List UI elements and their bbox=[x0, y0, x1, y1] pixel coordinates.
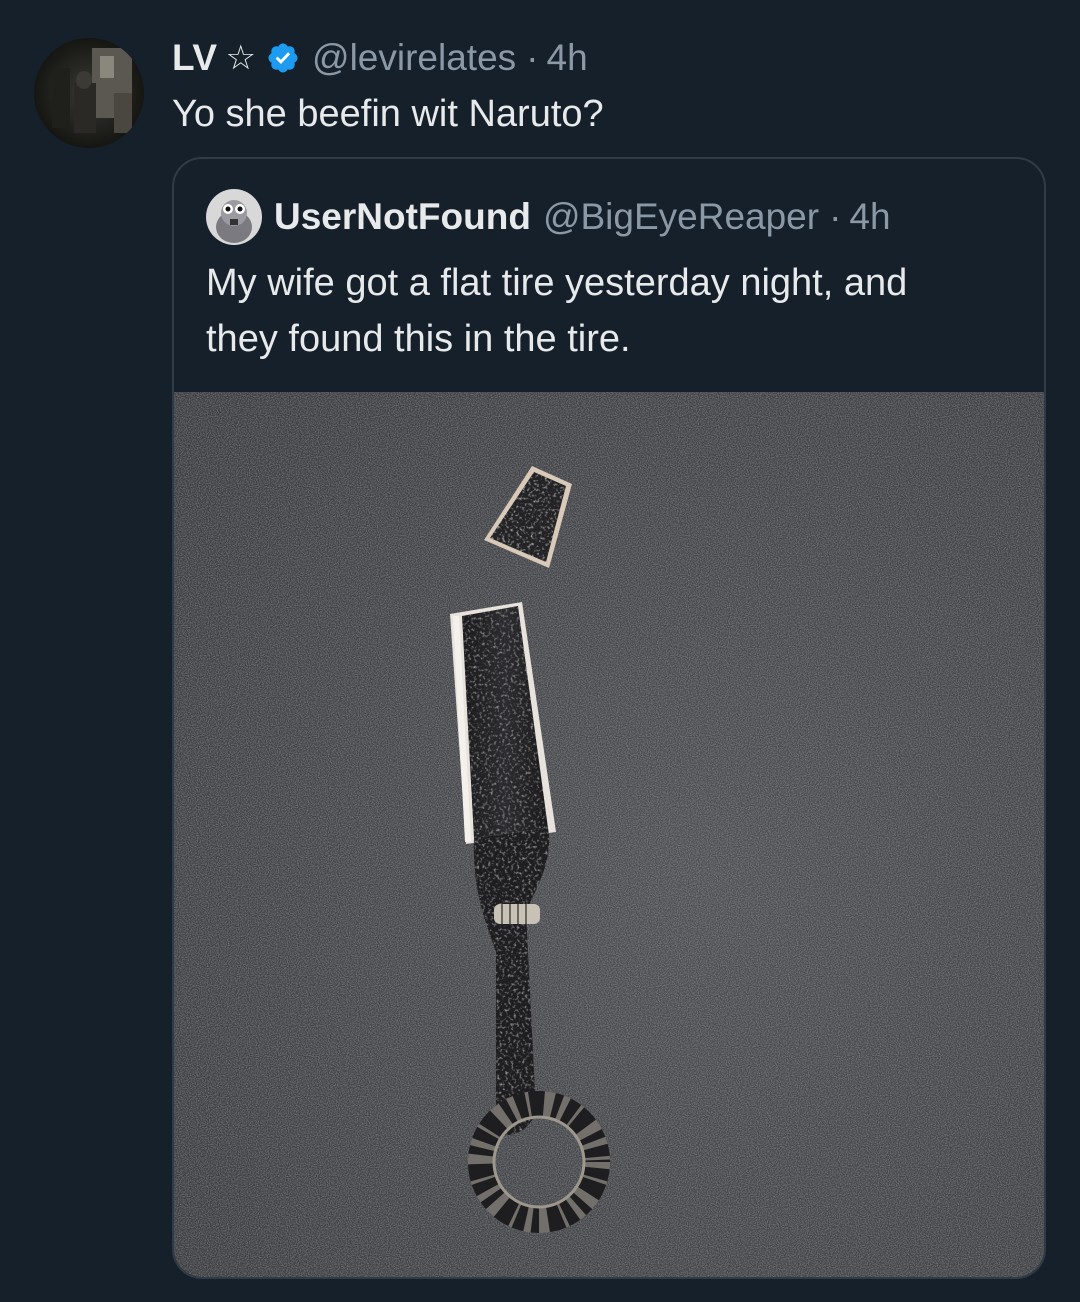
display-name[interactable]: LV bbox=[172, 37, 218, 79]
quoted-display-name[interactable]: UserNotFound bbox=[274, 196, 531, 238]
separator-dot: · bbox=[526, 37, 539, 78]
user-handle[interactable]: @levirelates bbox=[312, 37, 516, 79]
quoted-tweet-card[interactable]: UserNotFound @BigEyeReaper · 4h My wife … bbox=[172, 157, 1046, 1279]
tweet[interactable]: LV ☆ @levirelates · 4h Yo she beefin wit… bbox=[0, 0, 1080, 1302]
quoted-separator-dot: · bbox=[829, 196, 842, 237]
quoted-user-avatar[interactable] bbox=[206, 189, 262, 245]
quoted-tweet-text: My wife got a flat tire yesterday night,… bbox=[206, 255, 1026, 367]
quoted-tweet-timestamp[interactable]: 4h bbox=[849, 196, 890, 238]
tweet-text: Yo she beefin wit Naruto? bbox=[172, 93, 604, 135]
verified-badge-icon[interactable] bbox=[266, 41, 300, 75]
quoted-tweet-image[interactable] bbox=[174, 392, 1044, 1277]
tweet-timestamp[interactable]: 4h bbox=[547, 37, 588, 79]
quoted-tweet-text-line: My wife got a flat tire yesterday night,… bbox=[206, 262, 908, 304]
quoted-user-handle[interactable]: @BigEyeReaper bbox=[543, 196, 819, 238]
tweet-header: LV ☆ @levirelates · 4h bbox=[172, 34, 588, 82]
star-icon: ☆ bbox=[225, 39, 257, 77]
quoted-tweet-header: UserNotFound @BigEyeReaper · 4h bbox=[206, 189, 891, 245]
user-avatar[interactable] bbox=[34, 38, 144, 148]
quoted-tweet-text-line: they found this in the tire. bbox=[206, 318, 631, 360]
